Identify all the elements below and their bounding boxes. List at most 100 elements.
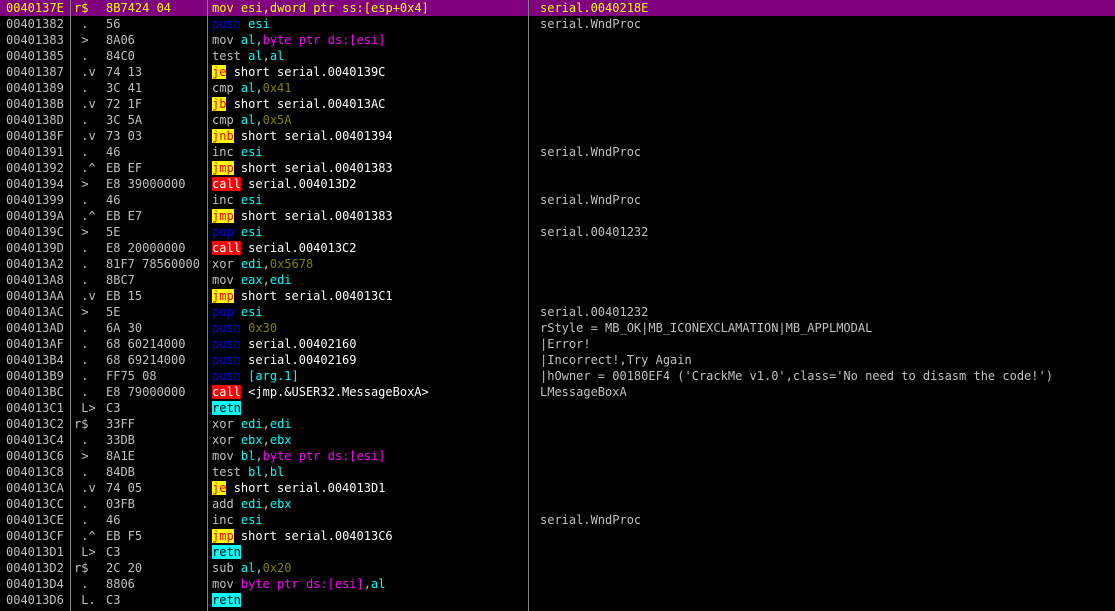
comment-cell[interactable] xyxy=(540,432,1115,448)
comment-cell[interactable] xyxy=(540,48,1115,64)
address-cell[interactable]: 004013D6 xyxy=(0,592,74,608)
hex-dump-cell[interactable]: 46 xyxy=(106,512,206,528)
comment-cell[interactable]: serial.00401232 xyxy=(540,304,1115,320)
hex-dump-cell[interactable]: 46 xyxy=(106,192,206,208)
disassembly-cell[interactable]: mov esi,dword ptr ss:[esp+0x4] xyxy=(212,0,526,16)
address-cell[interactable]: 004013CA xyxy=(0,480,74,496)
hex-dump-cell[interactable]: 8BC7 xyxy=(106,272,206,288)
comment-cell[interactable]: serial.00401232 xyxy=(540,224,1115,240)
table-row[interactable]: 00401387 .v 74 13 je short serial.0040139C xyxy=(0,64,1115,80)
address-cell[interactable]: 004013A2 xyxy=(0,256,74,272)
comment-cell[interactable] xyxy=(540,592,1115,608)
hex-dump-cell[interactable]: 68 69214000 xyxy=(106,352,206,368)
comment-cell[interactable] xyxy=(540,288,1115,304)
address-cell[interactable]: 00401382 xyxy=(0,16,74,32)
comment-cell[interactable] xyxy=(540,128,1115,144)
hex-dump-cell[interactable]: C3 xyxy=(106,400,206,416)
hex-dump-cell[interactable]: 33FF xyxy=(106,416,206,432)
comment-cell[interactable] xyxy=(540,272,1115,288)
address-cell[interactable]: 0040138F xyxy=(0,128,74,144)
hex-dump-cell[interactable]: 72 1F xyxy=(106,96,206,112)
comment-cell[interactable]: rStyle = MB_OK|MB_ICONEXCLAMATION|MB_APP… xyxy=(540,320,1115,336)
address-cell[interactable]: 00401383 xyxy=(0,32,74,48)
table-row[interactable]: 00401394 > E8 39000000 call serial.004013D… xyxy=(0,176,1115,192)
disassembly-cell[interactable]: mov al,byte ptr ds:[esi] xyxy=(212,32,526,48)
address-cell[interactable]: 0040138B xyxy=(0,96,74,112)
table-row[interactable]: 0040138D . 3C 5A cmp al,0x5A xyxy=(0,112,1115,128)
address-cell[interactable]: 004013C4 xyxy=(0,432,74,448)
table-row[interactable]: 004013CE . 46 inc esi serial.WndProc xyxy=(0,512,1115,528)
table-row[interactable]: 00401385 . 84C0 test al,al xyxy=(0,48,1115,64)
disassembly-cell[interactable]: inc esi xyxy=(212,512,526,528)
table-row[interactable]: 00401383 >8A06 mov al,byte ptr ds:[esi] xyxy=(0,32,1115,48)
hex-dump-cell[interactable]: 6A 30 xyxy=(106,320,206,336)
hex-dump-cell[interactable]: EB F5 xyxy=(106,528,206,544)
address-cell[interactable]: 0040139C xyxy=(0,224,74,240)
hex-dump-cell[interactable]: 2C 20 xyxy=(106,560,206,576)
disassembly-cell[interactable]: mov byte ptr ds:[esi],al xyxy=(212,576,526,592)
comment-cell[interactable] xyxy=(540,112,1115,128)
address-cell[interactable]: 004013CC xyxy=(0,496,74,512)
hex-dump-cell[interactable]: 74 13 xyxy=(106,64,206,80)
table-row[interactable]: 004013C1 L> C3 retn xyxy=(0,400,1115,416)
hex-dump-cell[interactable]: E8 39000000 xyxy=(106,176,206,192)
hex-dump-cell[interactable]: 5E xyxy=(106,224,206,240)
table-row[interactable]: 004013B4 . 68 69214000 push serial.0040216… xyxy=(0,352,1115,368)
table-row[interactable]: 0040139C >5E pop esi serial.00401232 xyxy=(0,224,1115,240)
address-cell[interactable]: 0040137E xyxy=(0,0,74,16)
hex-dump-cell[interactable]: E8 79000000 xyxy=(106,384,206,400)
table-row[interactable]: 004013AA .v EB 15 jmp short serial.004013C… xyxy=(0,288,1115,304)
hex-dump-cell[interactable]: 46 xyxy=(106,144,206,160)
disassembly-cell[interactable]: push 0x30 xyxy=(212,320,526,336)
comment-cell[interactable] xyxy=(540,400,1115,416)
address-cell[interactable]: 004013C1 xyxy=(0,400,74,416)
address-cell[interactable]: 004013AC xyxy=(0,304,74,320)
comment-cell[interactable] xyxy=(540,80,1115,96)
disassembly-cell[interactable]: push serial.00402169 xyxy=(212,352,526,368)
comment-cell[interactable] xyxy=(540,160,1115,176)
comment-cell[interactable]: serial.WndProc xyxy=(540,16,1115,32)
table-row[interactable]: 004013BC . E8 79000000 call <jmp.&USER32.M… xyxy=(0,384,1115,400)
address-cell[interactable]: 004013C2 xyxy=(0,416,74,432)
address-cell[interactable]: 0040138D xyxy=(0,112,74,128)
address-cell[interactable]: 004013CF xyxy=(0,528,74,544)
comment-cell[interactable] xyxy=(540,528,1115,544)
table-row[interactable]: 004013CF .^ EB F5 jmp short serial.004013C… xyxy=(0,528,1115,544)
table-row[interactable]: 004013AD . 6A 30 push 0x30 rStyle = MB_OK|M… xyxy=(0,320,1115,336)
comment-cell[interactable]: LMessageBoxA xyxy=(540,384,1115,400)
address-cell[interactable]: 004013B4 xyxy=(0,352,74,368)
comment-cell[interactable] xyxy=(540,496,1115,512)
table-row[interactable]: 00401382 . 56 push esi serial.WndProc xyxy=(0,16,1115,32)
hex-dump-cell[interactable]: EB EF xyxy=(106,160,206,176)
address-cell[interactable]: 004013AA xyxy=(0,288,74,304)
table-row[interactable]: 004013C4 . 33DB xor ebx,ebx xyxy=(0,432,1115,448)
table-row[interactable]: 0040139A .^ EB E7 jmp short serial.0040138… xyxy=(0,208,1115,224)
table-row[interactable]: 0040139D . E8 20000000 call serial.004013C… xyxy=(0,240,1115,256)
comment-cell[interactable] xyxy=(540,576,1115,592)
hex-dump-cell[interactable]: E8 20000000 xyxy=(106,240,206,256)
comment-cell[interactable] xyxy=(540,464,1115,480)
disassembly-cell[interactable]: je short serial.0040139C xyxy=(212,64,526,80)
disassembly-cell[interactable]: call serial.004013D2 xyxy=(212,176,526,192)
table-row[interactable]: 0040138F .v 73 03 jnb short serial.0040139… xyxy=(0,128,1115,144)
comment-cell[interactable] xyxy=(540,96,1115,112)
address-cell[interactable]: 004013CE xyxy=(0,512,74,528)
address-cell[interactable]: 0040139D xyxy=(0,240,74,256)
address-cell[interactable]: 00401392 xyxy=(0,160,74,176)
table-row[interactable]: 004013C2 r$ 33FF xor edi,edi xyxy=(0,416,1115,432)
hex-dump-cell[interactable]: 81F7 78560000 xyxy=(106,256,206,272)
disassembly-cell[interactable]: jb short serial.004013AC xyxy=(212,96,526,112)
address-cell[interactable]: 004013AF xyxy=(0,336,74,352)
comment-cell[interactable] xyxy=(540,208,1115,224)
address-cell[interactable]: 004013D1 xyxy=(0,544,74,560)
table-row[interactable]: 004013AC >5E pop esi serial.00401232 xyxy=(0,304,1115,320)
disassembly-cell[interactable]: je short serial.004013D1 xyxy=(212,480,526,496)
disassembly-cell[interactable]: jmp short serial.00401383 xyxy=(212,208,526,224)
hex-dump-cell[interactable]: 8A06 xyxy=(106,32,206,48)
table-row[interactable]: 004013AF . 68 60214000 push serial.0040216… xyxy=(0,336,1115,352)
address-cell[interactable]: 0040139A xyxy=(0,208,74,224)
comment-cell[interactable] xyxy=(540,560,1115,576)
hex-dump-cell[interactable]: 8806 xyxy=(106,576,206,592)
address-cell[interactable]: 00401389 xyxy=(0,80,74,96)
hex-dump-cell[interactable]: EB 15 xyxy=(106,288,206,304)
